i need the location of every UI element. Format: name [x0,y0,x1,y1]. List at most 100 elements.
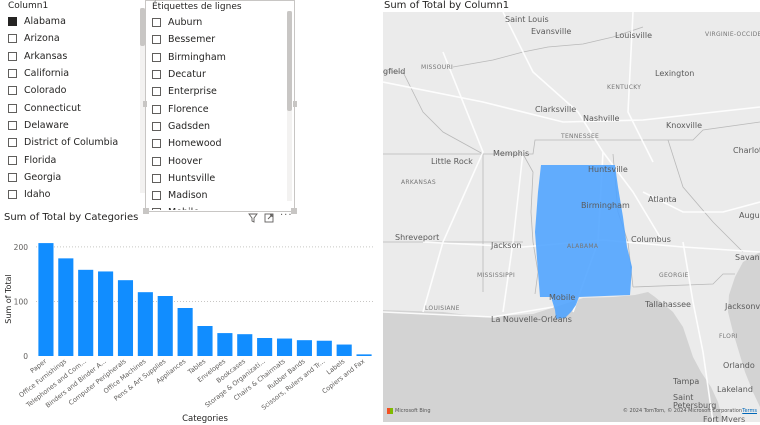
slicer-item-label: Colorado [24,85,67,97]
bar[interactable] [137,292,153,356]
map-label: gfield [383,67,405,76]
microsoft-logo-icon [387,408,393,414]
map-label: Nashville [583,114,620,123]
checkbox[interactable] [152,173,161,183]
map-label: Birmingham [581,201,630,210]
checkbox[interactable] [8,34,17,44]
bar[interactable] [117,280,134,356]
checkbox[interactable] [8,155,17,165]
bar[interactable] [296,340,312,356]
checkbox[interactable] [152,35,161,45]
checkbox[interactable] [152,87,161,97]
map-label: Lakeland [717,385,753,394]
slicer-item-label: Huntsville [168,172,216,184]
slicer-item[interactable]: Birmingham [152,49,282,66]
slicer-item-label: Arkansas [24,50,68,62]
map-label: Mobile [549,293,575,302]
checkbox[interactable] [152,52,161,62]
chart-plot: 0100200 PaperOffice FurnishingsTelephone… [4,243,374,424]
checkbox[interactable] [8,86,17,96]
map-label: La Nouvelle-Orléans [491,314,572,324]
terms-link[interactable]: Terms [742,408,757,414]
checkbox[interactable] [8,190,17,200]
checkbox[interactable] [152,139,161,149]
slicer-item[interactable]: Homewood [152,135,282,152]
checkbox[interactable] [8,103,17,113]
slicer-item[interactable]: Delaware [8,117,138,134]
checkbox[interactable] [8,69,17,79]
checkbox[interactable] [152,121,161,131]
slicer-item[interactable]: Bessemer [152,31,282,48]
slicer-item[interactable]: Georgia [8,169,138,186]
bar[interactable] [157,296,173,356]
slicer-item[interactable]: Arkansas [8,48,138,65]
resize-handle[interactable] [293,101,297,107]
bar[interactable] [316,340,332,356]
checkbox[interactable] [152,191,161,201]
bar[interactable] [78,269,94,356]
checkbox[interactable] [152,156,161,166]
bar[interactable] [276,338,293,356]
bar[interactable] [257,338,273,356]
slicer-item-label: Bessemer [168,34,216,46]
slicer-item-label: Birmingham [168,51,226,63]
slicer-item[interactable]: Illinois [8,203,138,205]
checkbox[interactable] [152,70,161,80]
slicer-item-label: Connecticut [24,102,81,114]
bar[interactable] [336,344,352,356]
slicer-item-label: Madison [168,190,208,202]
checkbox[interactable] [8,138,17,148]
map-label: Savann [735,253,760,262]
slicer-item[interactable]: Arizona [8,30,138,47]
map-label: Evansville [531,27,571,36]
checkbox[interactable] [152,104,161,114]
y-tick-label: 0 [23,352,28,361]
slicer-item-label: Arizona [24,33,60,45]
bar[interactable] [98,271,114,356]
map-label: ALABAMA [567,243,599,250]
bar[interactable] [38,243,54,356]
scrollbar-thumb[interactable] [287,11,292,111]
bar[interactable] [237,334,253,356]
checkbox[interactable] [8,120,17,130]
bar[interactable] [177,308,193,356]
slicer-item[interactable]: Florence [152,100,282,117]
x-axis-title: Categories [182,414,228,424]
bar[interactable] [356,354,372,356]
map-label: FLORI [719,333,738,340]
bar[interactable] [58,258,74,356]
slicer-item[interactable]: Hoover [152,152,282,169]
slicer-scrollbar[interactable] [287,11,292,201]
checkbox[interactable] [152,18,161,28]
checkbox[interactable] [8,51,17,61]
slicer-item[interactable]: Auburn [152,14,282,31]
slicer-item-label: Idaho [24,189,51,201]
checkbox[interactable] [8,172,17,182]
map-label: MISSOURI [421,64,453,71]
slicer-item[interactable]: Decatur [152,66,282,83]
slicer-item[interactable]: Gadsden [152,118,282,135]
resize-handle[interactable] [143,101,147,107]
slicer-item[interactable]: Idaho [8,186,138,203]
slicer-item[interactable]: Florida [8,151,138,168]
checkbox[interactable] [8,17,17,27]
bar[interactable] [217,333,233,356]
map-visual: Sum of Total by Column1 Saint Louis Evan… [383,0,760,425]
map-label: Tallahassee [644,300,691,309]
slicer-item[interactable]: Alabama [8,13,138,30]
slicer-item-label: Enterprise [168,86,217,98]
slicer-item-label: Florence [168,103,209,115]
slicer-title: Étiquettes de lignes [152,2,242,12]
slicer-item[interactable]: Connecticut [8,99,138,116]
slicer-item[interactable]: Madison [152,187,282,204]
slicer-item[interactable]: Colorado [8,82,138,99]
slicer-item[interactable]: Enterprise [152,83,282,100]
slicer-item-label: Decatur [168,69,206,81]
bar[interactable] [197,326,213,356]
slicer-item[interactable]: Huntsville [152,170,282,187]
map-label: Lexington [655,69,694,78]
map-canvas[interactable]: Saint Louis Evansville Louisville VIRGINIE-… [383,12,760,422]
slicer-item[interactable]: California [8,65,138,82]
slicer-item[interactable]: District of Columbia [8,134,138,151]
map-label: GEORGIE [659,272,689,279]
